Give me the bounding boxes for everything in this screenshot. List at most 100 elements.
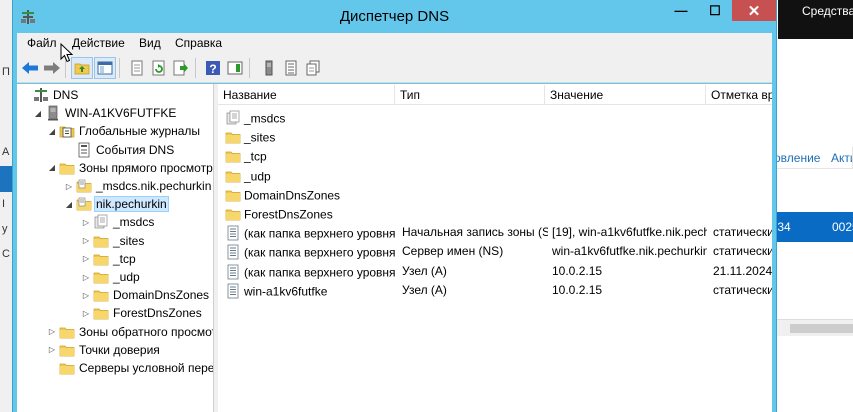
background-header-cell[interactable]: овление: [776, 151, 820, 165]
event-log-icon: [76, 142, 92, 158]
tree-node[interactable]: События DNS: [64, 141, 175, 159]
record-row[interactable]: ForestDnsZones: [218, 204, 772, 223]
records-list[interactable]: Название Тип Значение Отметка времени _m…: [218, 84, 772, 412]
menu-help[interactable]: Справка: [175, 36, 222, 50]
folder-icon: [59, 360, 75, 376]
up-level-button[interactable]: [71, 57, 93, 79]
menu-file[interactable]: Файл: [27, 36, 57, 50]
tree-node-label: _udp: [113, 270, 140, 284]
column-header-type[interactable]: Тип: [395, 85, 545, 105]
tree-node[interactable]: ▷ _tcp: [81, 250, 137, 268]
close-button[interactable]: ✕: [732, 0, 776, 21]
record-row[interactable]: _msdcs: [218, 108, 772, 127]
folder-icon: [225, 148, 241, 167]
tree-node[interactable]: ▷ _msdcs: [81, 213, 155, 231]
tree-node-label: nik.pechurkin: [94, 196, 169, 213]
console-tree[interactable]: DNS ◢ WIN-A1KV6FUTFKE ◢ Глобальные журналы Со…: [17, 84, 214, 412]
expand-arrow-icon[interactable]: ▷: [81, 232, 91, 250]
record-list-button[interactable]: [281, 58, 301, 78]
background-scrollbar[interactable]: [776, 319, 853, 336]
content-area: DNS ◢ WIN-A1KV6FUTFKE ◢ Глобальные журналы Со…: [17, 84, 772, 412]
tree-node[interactable]: ◢ Глобальные журналы: [47, 122, 201, 140]
record-icon: [225, 225, 241, 244]
expand-arrow-icon[interactable]: ▷: [47, 341, 57, 359]
tree-node[interactable]: ◢ Зоны прямого просмотра: [47, 159, 214, 177]
expand-arrow-icon[interactable]: ▷: [81, 213, 91, 231]
record-name-text: DomainDnsZones: [244, 188, 341, 203]
record-row[interactable]: _tcp: [218, 146, 772, 165]
collapse-arrow-icon[interactable]: ◢: [33, 104, 43, 122]
tree-node-label: Зоны прямого просмотра: [79, 160, 214, 175]
refresh-button[interactable]: [149, 58, 169, 78]
record-stamp-text: статический: [713, 244, 772, 259]
title-bar[interactable]: Диспетчер DNS — ☐ ✕: [13, 0, 776, 33]
folder-icon: [93, 269, 109, 285]
back-button[interactable]: [20, 58, 40, 78]
expand-arrow-icon[interactable]: ▷: [81, 268, 91, 286]
server-tower-icon: [265, 60, 273, 76]
menu-view[interactable]: Вид: [139, 36, 161, 50]
forward-button[interactable]: [42, 58, 62, 78]
tree-node[interactable]: Серверы условной пересылки: [47, 359, 213, 377]
record-row[interactable]: (как папка верхнего уровня) Сервер имен (…: [218, 242, 772, 261]
tree-node-label: ForestDnsZones: [113, 306, 202, 321]
console-tree-icon: [97, 61, 113, 75]
tree-node[interactable]: ▷ ForestDnsZones: [81, 304, 203, 322]
tree-node[interactable]: ◢ WIN-A1KV6FUTFKE: [33, 104, 177, 122]
record-row[interactable]: (как папка верхнего уровня) Узел (A) 10.0.…: [218, 262, 772, 281]
tree-node[interactable]: ▷ _udp: [81, 268, 141, 286]
tree-node[interactable]: ▷ _msdcs.nik.pechurkin: [64, 177, 212, 195]
record-value-cell: 10.0.2.15: [552, 283, 707, 297]
collapse-arrow-icon[interactable]: ◢: [47, 122, 57, 140]
expand-arrow-icon[interactable]: ▷: [64, 177, 74, 195]
show-console-tree-button[interactable]: [94, 57, 116, 79]
tree-node[interactable]: ▷ Зоны обратного просмотра: [47, 323, 213, 341]
expand-arrow-icon[interactable]: ▷: [81, 304, 91, 322]
record-name-cell: (как папка верхнего уровня): [225, 225, 395, 244]
background-header-cell[interactable]: Акти: [831, 151, 852, 165]
column-header-value[interactable]: Значение: [545, 85, 706, 105]
record-type-cell: Начальная запись зоны (SOA): [402, 225, 548, 239]
record-type-text: Узел (A): [402, 282, 447, 297]
expand-arrow-icon[interactable]: ▷: [81, 286, 91, 304]
collapse-arrow-icon[interactable]: ◢: [47, 159, 57, 177]
expand-arrow-icon[interactable]: ▷: [47, 323, 57, 341]
tree-node[interactable]: ▷ Точки доверия: [47, 341, 161, 359]
record-name-text: _msdcs: [244, 111, 286, 126]
record-stamp-cell: статический: [713, 244, 772, 258]
folder-icon: [225, 187, 241, 206]
record-row[interactable]: win-a1kv6futfke Узел (A) 10.0.2.15 статичес…: [218, 281, 772, 300]
arrow-right-icon: [44, 62, 60, 74]
maximize-button[interactable]: ☐: [698, 0, 732, 21]
column-header-name[interactable]: Название: [218, 85, 395, 105]
column-header-timestamp[interactable]: Отметка времени: [706, 85, 772, 105]
menu-action[interactable]: Действие: [72, 36, 125, 50]
background-scroll-thumb[interactable]: [790, 324, 853, 333]
record-row[interactable]: DomainDnsZones: [218, 185, 772, 204]
show-action-pane-button[interactable]: [225, 58, 245, 78]
tree-node[interactable]: ◢ nik.pechurkin: [64, 195, 169, 213]
copy-records-button[interactable]: [303, 58, 323, 78]
record-row[interactable]: (как папка верхнего уровня) Начальная зап…: [218, 223, 772, 242]
record-row[interactable]: _udp: [218, 166, 772, 185]
properties-button[interactable]: [127, 58, 147, 78]
background-tools-menu[interactable]: Средства: [802, 4, 853, 18]
tree-node[interactable]: ▷ DomainDnsZones: [81, 286, 210, 304]
record-row[interactable]: _sites: [218, 127, 772, 146]
minimize-button[interactable]: —: [664, 0, 698, 21]
tree-node[interactable]: DNS: [21, 86, 79, 104]
record-name-cell: ForestDnsZones: [225, 206, 395, 225]
background-selected-row[interactable]: :34 0025: [774, 212, 853, 242]
expand-arrow-icon[interactable]: ▷: [81, 250, 91, 268]
tree-node-label: _msdcs.nik.pechurkin: [96, 179, 212, 193]
export-list-button[interactable]: [171, 58, 191, 78]
collapse-arrow-icon[interactable]: ◢: [64, 195, 74, 213]
tree-node[interactable]: ▷ _sites: [81, 232, 145, 250]
record-value-text: win-a1kv6futfke.nik.pechurkin.: [552, 244, 707, 259]
record-icon: [225, 283, 241, 302]
action-pane-icon: [227, 61, 243, 75]
help-button[interactable]: ?: [203, 58, 223, 78]
server-button[interactable]: [259, 58, 279, 78]
background-window-left: П А I у С: [0, 0, 12, 412]
